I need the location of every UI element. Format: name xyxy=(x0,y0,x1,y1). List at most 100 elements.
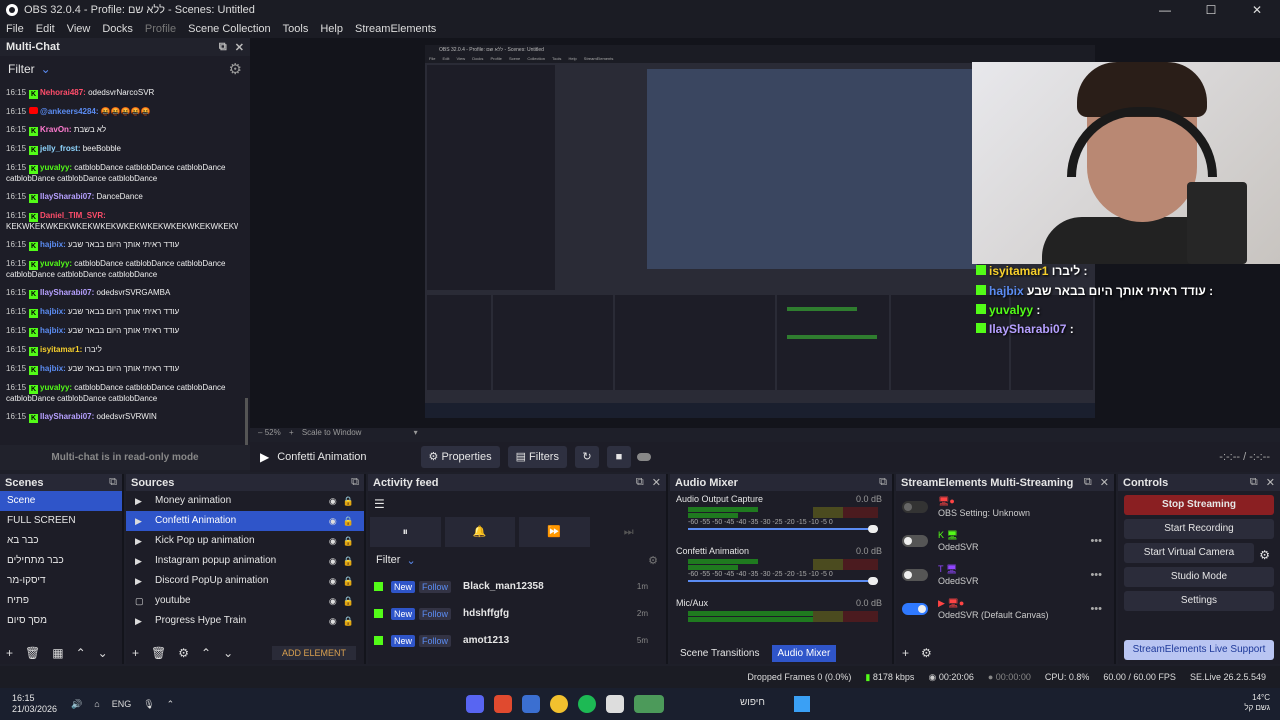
eye-icon[interactable]: ◉ xyxy=(329,571,337,591)
network-icon[interactable]: ⌂ xyxy=(94,699,99,710)
source-item[interactable]: ▢ youtube ◉ 🔒 xyxy=(126,591,364,611)
close-dock-icon[interactable]: ✕ xyxy=(1100,476,1109,489)
scene-item[interactable]: FULL SCREEN xyxy=(0,511,122,531)
apps-icon[interactable] xyxy=(522,695,540,713)
undock-icon[interactable]: ⧉ xyxy=(879,476,887,489)
eye-icon[interactable]: ◉ xyxy=(329,611,337,631)
undock-icon[interactable]: ⧉ xyxy=(109,476,117,489)
more-icon[interactable]: ••• xyxy=(1090,603,1102,615)
add-element-button[interactable]: ADD ELEMENT xyxy=(271,646,356,660)
spotify-icon[interactable] xyxy=(578,695,596,713)
source-item[interactable]: ▶ Confetti Animation ◉ 🔒 xyxy=(126,511,364,531)
source-item[interactable]: ▶ Money animation ◉ 🔒 xyxy=(126,491,364,511)
lock-icon[interactable]: 🔒 xyxy=(343,551,354,571)
menu-streamelements[interactable]: StreamElements xyxy=(355,23,436,35)
menu-file[interactable]: File xyxy=(6,23,24,35)
refresh-icon[interactable]: ↻ xyxy=(574,446,599,468)
menu-scene-collection[interactable]: Scene Collection xyxy=(188,23,271,35)
scene-item[interactable]: דיסקו-מר xyxy=(0,571,122,591)
lock-icon[interactable]: 🔒 xyxy=(343,571,354,591)
play-icon[interactable]: ▶ xyxy=(260,450,269,464)
gear-icon[interactable]: ⚙ xyxy=(178,646,189,660)
more-icon[interactable]: ••• xyxy=(1090,535,1102,547)
bell-icon[interactable]: 🔔 xyxy=(444,517,515,547)
activity-row[interactable]: New Follow amot1213 5m xyxy=(368,627,666,654)
scale-mode[interactable]: Scale to Window xyxy=(302,428,362,437)
se-live-support-button[interactable]: StreamElements Live Support xyxy=(1124,640,1274,660)
close-dock-icon[interactable]: ✕ xyxy=(1266,476,1275,489)
mic-icon[interactable]: 🎙 xyxy=(143,699,154,710)
gear-icon[interactable]: ⚙ xyxy=(1259,548,1270,562)
eye-icon[interactable]: ◉ xyxy=(329,531,337,551)
game-icon[interactable] xyxy=(634,695,664,713)
stop-streaming-button[interactable]: Stop Streaming xyxy=(1124,495,1274,515)
up-icon[interactable]: ⌃ xyxy=(76,646,86,660)
search-box[interactable]: חיפוש xyxy=(740,697,765,708)
filter-label[interactable]: Filter xyxy=(8,62,35,76)
zoom-level[interactable]: 52% xyxy=(265,428,281,437)
volume-icon[interactable]: 🔊 xyxy=(71,699,82,710)
scene-item[interactable]: פתיח xyxy=(0,591,122,611)
obs-icon[interactable] xyxy=(494,695,512,713)
filters-button[interactable]: ▤ Filters xyxy=(507,446,567,468)
scene-transitions-tab[interactable]: Scene Transitions xyxy=(674,645,766,662)
toggle[interactable] xyxy=(902,501,928,513)
menu-docks[interactable]: Docks xyxy=(102,23,133,35)
eye-icon[interactable]: ◉ xyxy=(329,591,337,611)
settings-icon[interactable]: ▦ xyxy=(52,646,63,660)
scene-item[interactable]: כבר בא xyxy=(0,531,122,551)
gear-icon[interactable]: ⚙ xyxy=(921,646,932,660)
undock-icon[interactable]: ⧉ xyxy=(351,476,359,489)
eye-icon[interactable]: ◉ xyxy=(329,511,337,531)
source-item[interactable]: ▶ Progress Hype Train ◉ 🔒 xyxy=(126,611,364,631)
undock-icon[interactable]: ⧉ xyxy=(1084,476,1092,489)
hamburger-icon[interactable]: ☰ xyxy=(368,491,666,517)
eye-icon[interactable]: ◉ xyxy=(329,551,337,571)
start-virtual-camera-button[interactable]: Start Virtual Camera xyxy=(1124,543,1254,563)
more-icon[interactable]: ••• xyxy=(1090,569,1102,581)
scene-item[interactable]: מסך סיום xyxy=(0,611,122,631)
source-item[interactable]: ▶ Kick Pop up animation ◉ 🔒 xyxy=(126,531,364,551)
chevron-up-icon[interactable]: ⌃ xyxy=(167,699,175,710)
add-icon[interactable]: + xyxy=(132,646,139,660)
undock-icon[interactable]: ⧉ xyxy=(219,41,227,54)
seek-slider[interactable] xyxy=(636,453,651,461)
source-item[interactable]: ▶ Instagram popup animation ◉ 🔒 xyxy=(126,551,364,571)
skip-icon[interactable]: ⏩ xyxy=(519,517,590,547)
trash-icon[interactable]: 🗑 xyxy=(25,646,40,660)
next-icon[interactable]: ⏭ xyxy=(593,517,664,547)
toggle[interactable] xyxy=(902,535,928,547)
menu-view[interactable]: View xyxy=(67,23,91,35)
undock-icon[interactable]: ⧉ xyxy=(1250,476,1258,489)
minimize-button[interactable]: — xyxy=(1142,0,1188,20)
stop-icon[interactable]: ■ xyxy=(606,446,631,468)
properties-button[interactable]: ⚙ Properties xyxy=(420,446,500,468)
folder-icon[interactable] xyxy=(606,695,624,713)
volume-slider[interactable] xyxy=(688,525,878,533)
weather[interactable]: 14°C גשם קל xyxy=(1244,693,1270,713)
start-recording-button[interactable]: Start Recording xyxy=(1124,519,1274,539)
activity-row[interactable]: New Follow hdshffgfg 2m xyxy=(368,600,666,627)
lock-icon[interactable]: 🔒 xyxy=(343,611,354,631)
scene-item[interactable]: Scene xyxy=(0,491,122,511)
close-dock-icon[interactable]: ✕ xyxy=(652,476,661,489)
settings-button[interactable]: Settings xyxy=(1124,591,1274,611)
gear-icon[interactable]: ⚙ xyxy=(229,60,242,78)
lock-icon[interactable]: 🔒 xyxy=(343,491,354,511)
add-icon[interactable]: + xyxy=(6,646,13,660)
menu-tools[interactable]: Tools xyxy=(283,23,309,35)
clock[interactable]: 16:15 21/03/2026 xyxy=(12,693,57,715)
menu-help[interactable]: Help xyxy=(320,23,343,35)
add-icon[interactable]: + xyxy=(902,646,909,660)
audio-mixer-tab[interactable]: Audio Mixer xyxy=(771,644,837,662)
lang-indicator[interactable]: ENG xyxy=(112,699,132,710)
activity-row[interactable]: New Follow Black_man12358 1m xyxy=(368,573,666,600)
windows-start-icon[interactable] xyxy=(794,696,810,712)
source-item[interactable]: ▶ Discord PopUp animation ◉ 🔒 xyxy=(126,571,364,591)
toggle[interactable] xyxy=(902,569,928,581)
menu-edit[interactable]: Edit xyxy=(36,23,55,35)
gear-icon[interactable]: ⚙ xyxy=(648,554,658,567)
close-button[interactable]: ✕ xyxy=(1234,0,1280,20)
discord-icon[interactable] xyxy=(466,695,484,713)
volume-slider[interactable] xyxy=(688,577,878,585)
